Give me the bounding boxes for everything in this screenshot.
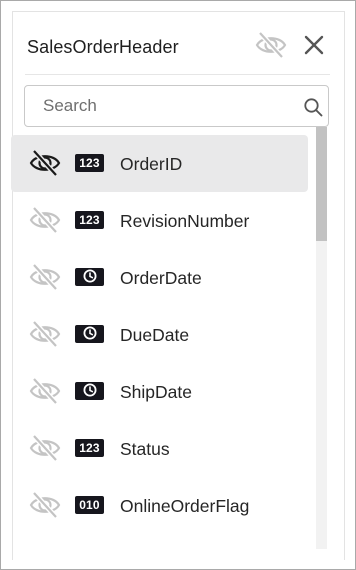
numeric-icon: 123 xyxy=(75,211,104,229)
panel-header: SalesOrderHeader xyxy=(13,12,344,76)
scrollbar-thumb[interactable] xyxy=(316,127,327,241)
clock-icon xyxy=(75,268,104,286)
clock-icon xyxy=(75,382,104,400)
eye-slash-icon[interactable] xyxy=(29,149,61,177)
search-box xyxy=(24,85,329,127)
field-label: RevisionNumber xyxy=(120,211,250,231)
field-row-orderid[interactable]: 123 OrderID xyxy=(11,135,308,192)
field-row-revisionnumber[interactable]: 123 RevisionNumber xyxy=(11,192,308,249)
search-input[interactable] xyxy=(25,86,313,126)
eye-slash-icon[interactable] xyxy=(29,320,61,348)
field-row-onlineorderflag[interactable]: 010 OnlineOrderFlag xyxy=(11,477,308,534)
field-row-orderdate[interactable]: OrderDate xyxy=(11,249,308,306)
header-divider xyxy=(25,74,330,75)
field-label: Status xyxy=(120,439,170,459)
numeric-icon: 123 xyxy=(75,439,104,457)
eye-slash-icon[interactable] xyxy=(29,434,61,462)
field-list-panel: SalesOrderHeader Search 123 OrderID 123 … xyxy=(0,0,356,570)
field-label: DueDate xyxy=(120,325,190,345)
field-row-status[interactable]: 123 Status xyxy=(11,420,308,477)
field-label: OrderID xyxy=(120,154,183,174)
field-row-duedate[interactable]: DueDate xyxy=(11,306,308,363)
field-label: ShipDate xyxy=(120,382,192,402)
field-row-shipdate[interactable]: ShipDate xyxy=(11,363,308,420)
eye-slash-icon[interactable] xyxy=(29,377,61,405)
numeric-icon: 123 xyxy=(75,154,104,172)
eye-slash-icon[interactable] xyxy=(29,263,61,291)
boolean-icon: 010 xyxy=(75,496,104,514)
hide-table-button[interactable] xyxy=(254,29,288,61)
close-icon xyxy=(304,35,324,55)
field-list: 123 OrderID 123 RevisionNumber OrderDate… xyxy=(11,135,309,549)
search-icon[interactable] xyxy=(303,97,323,117)
eye-slash-icon xyxy=(255,31,287,59)
clock-icon xyxy=(75,325,104,343)
table-title: SalesOrderHeader xyxy=(27,37,179,57)
field-label: OrderDate xyxy=(120,268,202,288)
close-button[interactable] xyxy=(297,29,331,61)
field-label: OnlineOrderFlag xyxy=(120,496,250,516)
eye-slash-icon[interactable] xyxy=(29,206,61,234)
eye-slash-icon[interactable] xyxy=(29,491,61,519)
